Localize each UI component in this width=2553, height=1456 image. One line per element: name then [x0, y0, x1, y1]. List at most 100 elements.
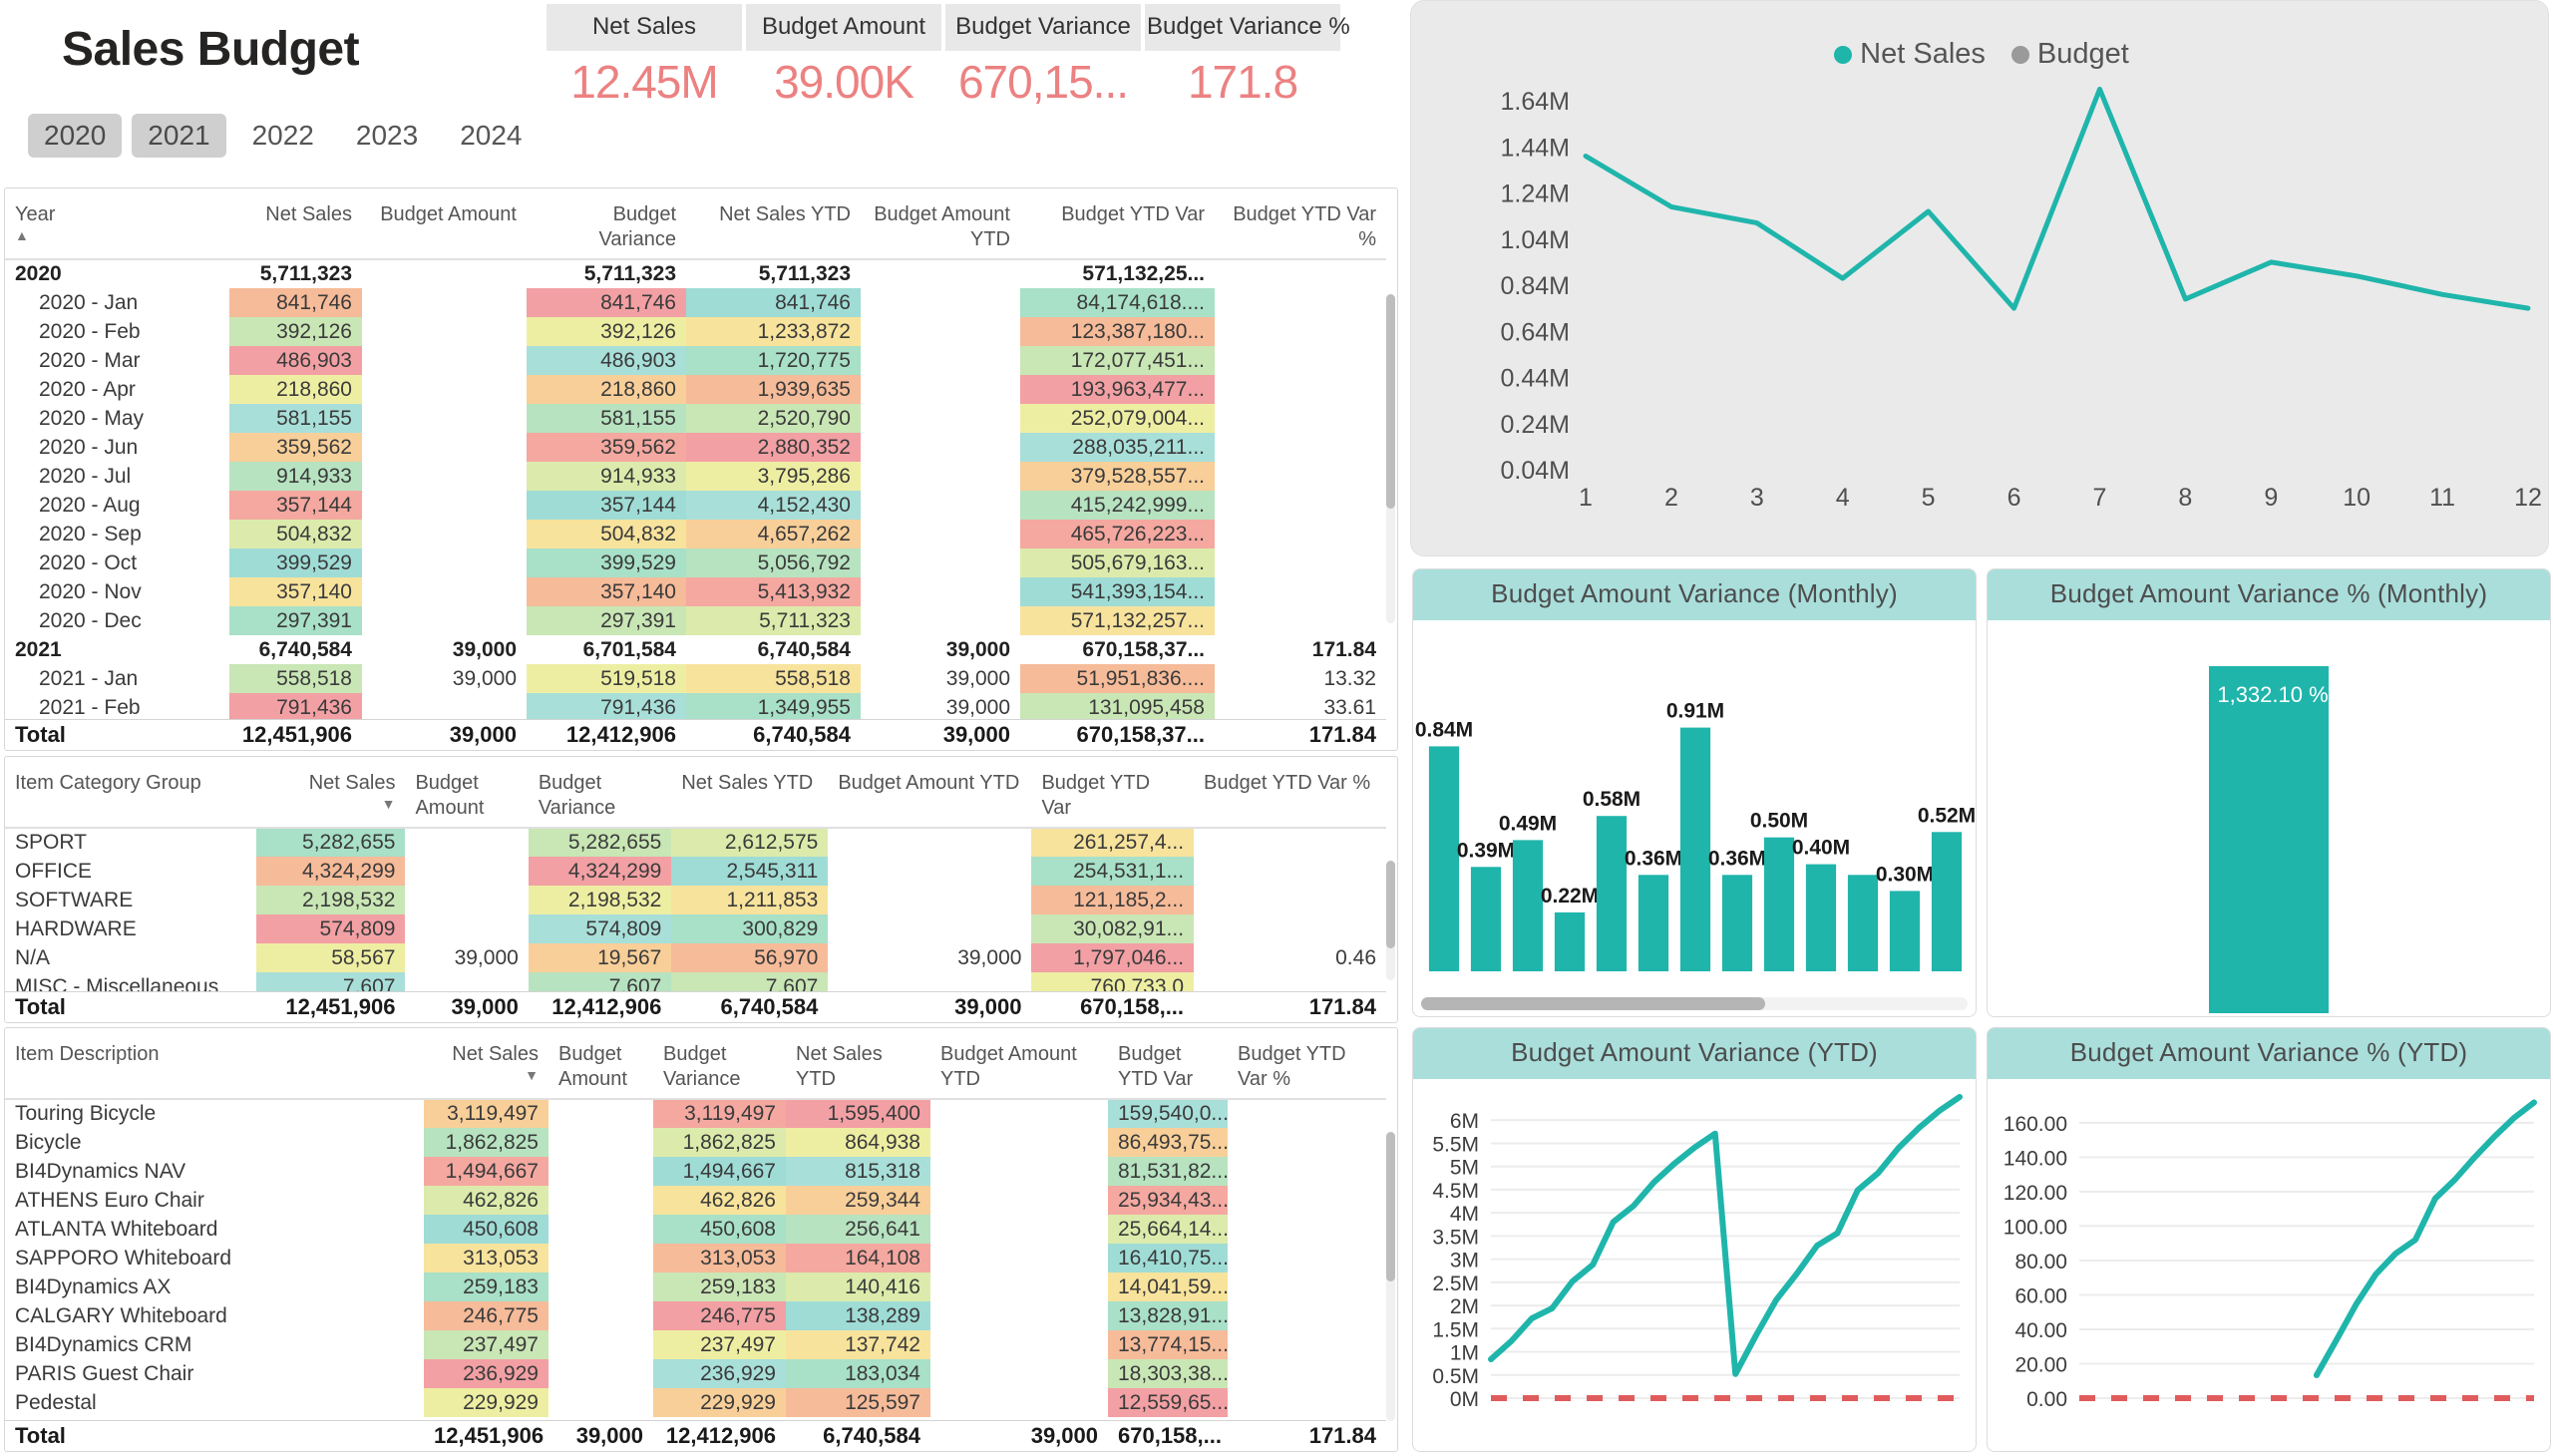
net-sales-vs-budget-chart[interactable]: Net Sales Budget 0.04M 0.24M 0.44M 0.64M 0.8…	[1410, 0, 2549, 556]
table-row[interactable]: 2020 - Jun 359,562 359,562 2,880,352 288,035…	[5, 433, 1386, 462]
table-row[interactable]: 2020 - Aug 357,144 357,144 4,152,430 415,242…	[5, 491, 1386, 520]
table-row[interactable]: OFFICE 4,324,299 4,324,299 2,545,311 254,531…	[5, 857, 1386, 886]
col-header-budget-ytd-var[interactable]: Budget YTD Var	[1020, 188, 1215, 259]
table-row[interactable]: Bicycle 1,862,825 1,862,825 864,938 86,493,7…	[5, 1128, 1386, 1157]
table-row[interactable]: 2020 - Feb 392,126 392,126 1,233,872 123,387…	[5, 317, 1386, 346]
bar[interactable]	[1847, 875, 1879, 971]
budget-amount-variance-monthly-card[interactable]: Budget Amount Variance (Monthly) 0.84M 0.…	[1412, 568, 1977, 1017]
slicer-item-2020[interactable]: 2020	[28, 114, 123, 158]
vertical-scrollbar-thumb[interactable]	[1386, 1132, 1395, 1281]
row-label: 2020 - Mar	[39, 348, 141, 372]
category-matrix-table[interactable]: Item Category Group Net Sales ▼ Budget A…	[4, 756, 1398, 1023]
horizontal-scrollbar-track[interactable]	[1421, 997, 1968, 1010]
col-header-budget-amount[interactable]: Budget Amount	[548, 1028, 653, 1099]
bar[interactable]	[1596, 816, 1628, 971]
col-header-net-sales-ytd[interactable]: Net Sales YTD	[671, 757, 828, 828]
bar[interactable]	[2209, 666, 2329, 1013]
bar[interactable]	[1679, 727, 1711, 971]
bar[interactable]	[1763, 837, 1795, 971]
col-header-budget-amount[interactable]: Budget Amount	[362, 188, 527, 259]
col-header-net-sales[interactable]: Net Sales ▼	[424, 1028, 548, 1099]
table-cell: 237,497	[424, 1330, 548, 1359]
slicer-item-2023[interactable]: 2023	[340, 114, 434, 158]
table-row[interactable]: 2020 - Apr 218,860 218,860 1,939,635 193,963…	[5, 375, 1386, 404]
col-header-budget-ytd-var-pct[interactable]: Budget YTD Var %	[1194, 757, 1386, 828]
col-header-budget-ytd-var-pct[interactable]: Budget YTD Var %	[1215, 188, 1386, 259]
table-row[interactable]: Pedestal 229,929 229,929 125,597 12,559,65..…	[5, 1388, 1386, 1417]
table-row[interactable]: N/A 58,567 39,000 19,567 56,970 39,000 1,797,0…	[5, 943, 1386, 972]
table-row[interactable]: 2021 - Feb 791,436 791,436 1,349,955 39,000 1…	[5, 693, 1386, 722]
col-header-budget-ytd-var[interactable]: Budget YTD Var	[1108, 1028, 1228, 1099]
legend-item-budget[interactable]: Budget	[2010, 38, 2129, 71]
col-header-budget-amount-ytd[interactable]: Budget Amount YTD	[861, 188, 1020, 259]
bar[interactable]	[1638, 875, 1669, 971]
table-row[interactable]: HARDWARE 574,809 574,809 300,829 30,082,91..…	[5, 914, 1386, 943]
bar[interactable]	[1721, 875, 1753, 971]
kpi-card-budget-variance-pct[interactable]: Budget Variance % 171.8	[1145, 4, 1350, 109]
horizontal-scrollbar-thumb[interactable]	[1421, 997, 1766, 1010]
col-header-net-sales[interactable]: Net Sales ▼	[256, 757, 405, 828]
year-slicer[interactable]: 2020 2021 2022 2023 2024	[28, 114, 538, 158]
col-header-item-description[interactable]: Item Description	[5, 1028, 424, 1099]
table-row[interactable]: ATHENS Euro Chair 462,826 462,826 259,344 25…	[5, 1186, 1386, 1215]
bar[interactable]	[1512, 840, 1544, 971]
kpi-card-budget-variance[interactable]: Budget Variance 670,15...	[945, 4, 1141, 109]
slicer-item-2022[interactable]: 2022	[236, 114, 330, 158]
col-header-budget-variance[interactable]: Budget Variance	[529, 757, 672, 828]
bar[interactable]	[1470, 867, 1502, 971]
table-row[interactable]: 2020 - Jul 914,933 914,933 3,795,286 379,528…	[5, 462, 1386, 491]
col-header-year[interactable]: Year ▲	[5, 188, 229, 259]
col-header-budget-amount-ytd[interactable]: Budget Amount YTD	[930, 1028, 1108, 1099]
table-row[interactable]: Touring Bicycle 3,119,497 3,119,497 1,595,4…	[5, 1099, 1386, 1128]
col-header-net-sales-ytd[interactable]: Net Sales YTD	[786, 1028, 930, 1099]
dashboard-page: Sales Budget Net Sales 12.45M Budget Amo…	[0, 0, 2553, 1456]
table-row[interactable]: SAPPORO Whiteboard 313,053 313,053 164,108 1…	[5, 1244, 1386, 1273]
slicer-item-2024[interactable]: 2024	[444, 114, 538, 158]
bar[interactable]	[1428, 746, 1460, 971]
table-row[interactable]: 2021 - Jan 558,518 39,000 519,518 558,518 39,…	[5, 664, 1386, 693]
vertical-scrollbar-thumb[interactable]	[1386, 861, 1395, 948]
col-header-budget-variance[interactable]: Budget Variance	[653, 1028, 786, 1099]
year-matrix-table[interactable]: Year ▲ Net Sales Budget Amount Budget Va…	[4, 187, 1398, 751]
kpi-card-budget-amount[interactable]: Budget Amount 39.00K	[746, 4, 941, 109]
table-row[interactable]: 2020 5,711,323 5,711,323 5,711,323 571,132,2…	[5, 259, 1386, 288]
table-row[interactable]: ATLANTA Whiteboard 450,608 450,608 256,641 2…	[5, 1215, 1386, 1244]
item-matrix-table[interactable]: Item Description Net Sales ▼ Budget Amou…	[4, 1027, 1398, 1452]
table-row[interactable]: BI4Dynamics CRM 237,497 237,497 137,742 13,7…	[5, 1330, 1386, 1359]
col-header-budget-variance[interactable]: Budget Variance	[527, 188, 686, 259]
table-row[interactable]: 2020 - May 581,155 581,155 2,520,790 252,079…	[5, 404, 1386, 433]
table-row[interactable]: BI4Dynamics NAV 1,494,667 1,494,667 815,318…	[5, 1157, 1386, 1186]
table-row[interactable]: SPORT 5,282,655 5,282,655 2,612,575 261,257,…	[5, 828, 1386, 857]
col-header-item-category-group[interactable]: Item Category Group	[5, 757, 256, 828]
table-row[interactable]: 2020 - Jan 841,746 841,746 841,746 84,174,61…	[5, 288, 1386, 317]
table-row[interactable]: SOFTWARE 2,198,532 2,198,532 1,211,853 121,1…	[5, 886, 1386, 914]
col-header-net-sales[interactable]: Net Sales	[229, 188, 362, 259]
legend-item-net-sales[interactable]: Net Sales	[1834, 38, 1986, 71]
budget-amount-variance-pct-monthly-card[interactable]: Budget Amount Variance % (Monthly) 1,332…	[1987, 568, 2551, 1017]
slicer-item-2021[interactable]: 2021	[132, 114, 226, 158]
bar[interactable]	[1931, 832, 1963, 971]
vertical-scrollbar-thumb[interactable]	[1386, 294, 1395, 509]
table-row[interactable]: CALGARY Whiteboard 246,775 246,775 138,289 1…	[5, 1301, 1386, 1330]
table-row[interactable]: 2020 - Dec 297,391 297,391 5,711,323 571,132…	[5, 606, 1386, 635]
table-row[interactable]: 2020 - Sep 504,832 504,832 4,657,262 465,726…	[5, 520, 1386, 548]
table-row[interactable]: 2021 6,740,584 39,000 6,701,584 6,740,584 39,…	[5, 635, 1386, 664]
table-row[interactable]: 2020 - Mar 486,903 486,903 1,720,775 172,077…	[5, 346, 1386, 375]
col-header-net-sales-ytd[interactable]: Net Sales YTD	[686, 188, 861, 259]
total-cell: 6,740,584	[671, 991, 829, 1022]
col-header-budget-ytd-var-pct[interactable]: Budget YTD Var %	[1228, 1028, 1386, 1099]
kpi-card-net-sales[interactable]: Net Sales 12.45M	[547, 4, 742, 109]
bar[interactable]	[1805, 864, 1837, 971]
table-row[interactable]: BI4Dynamics AX 259,183 259,183 140,416 14,04…	[5, 1273, 1386, 1301]
total-cell: 39,000	[548, 1420, 653, 1451]
bar[interactable]	[1889, 891, 1921, 971]
col-header-budget-ytd-var[interactable]: Budget YTD Var	[1031, 757, 1194, 828]
bar[interactable]	[1554, 911, 1586, 971]
table-row[interactable]: PARIS Guest Chair 236,929 236,929 183,034 18…	[5, 1359, 1386, 1388]
budget-amount-variance-ytd-card[interactable]: Budget Amount Variance (YTD) 0M 0.5M 1M 1.5…	[1412, 1027, 1977, 1452]
table-row[interactable]: 2020 - Nov 357,140 357,140 5,413,932 541,393…	[5, 577, 1386, 606]
budget-amount-variance-pct-ytd-card[interactable]: Budget Amount Variance % (YTD) 0.00 20.00…	[1987, 1027, 2551, 1452]
col-header-budget-amount-ytd[interactable]: Budget Amount YTD	[828, 757, 1031, 828]
table-row[interactable]: 2020 - Oct 399,529 399,529 5,056,792 505,679…	[5, 548, 1386, 577]
col-header-budget-amount[interactable]: Budget Amount	[405, 757, 528, 828]
